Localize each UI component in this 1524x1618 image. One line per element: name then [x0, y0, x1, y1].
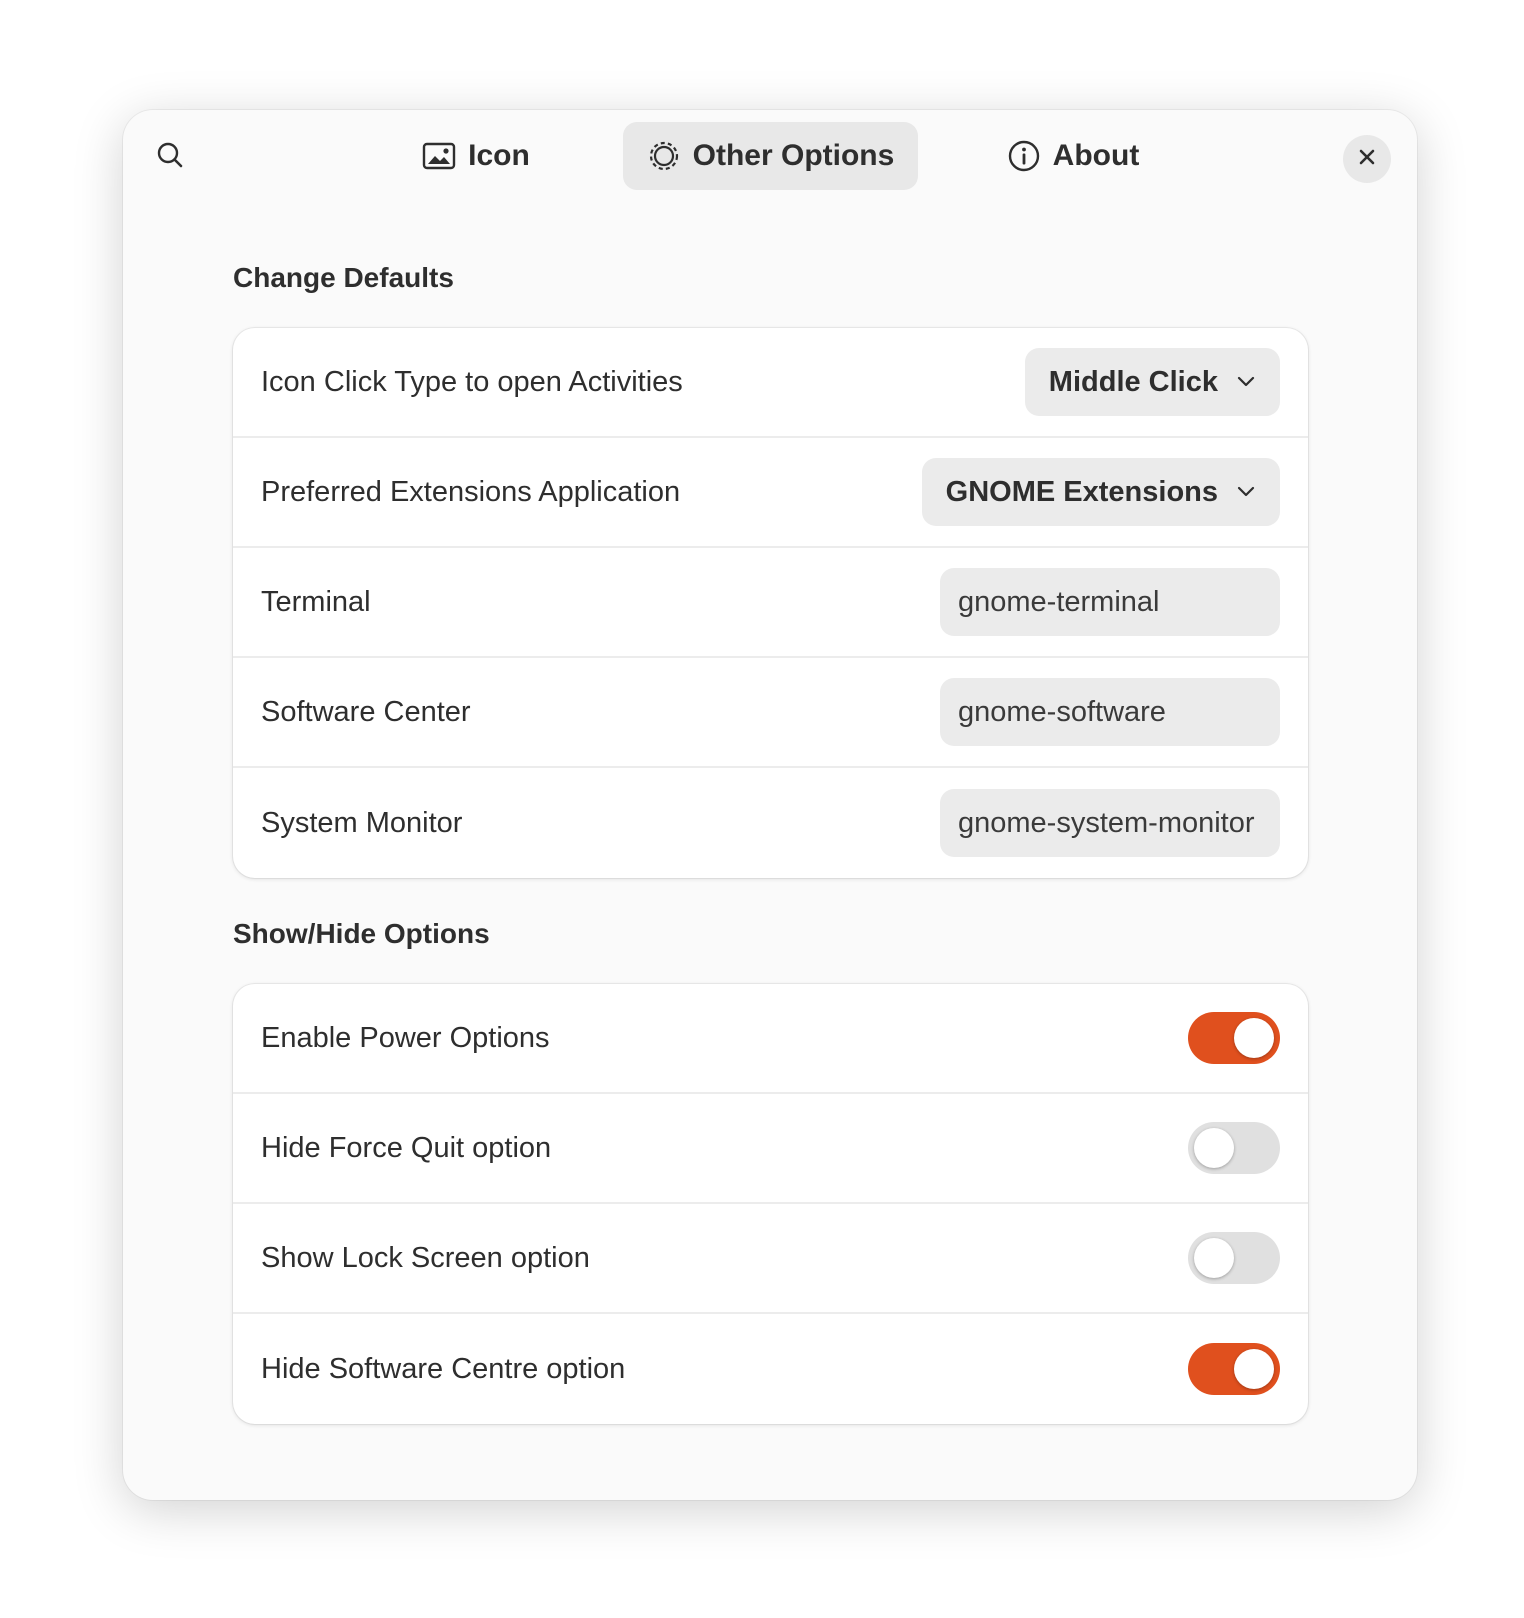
dropdown-value: GNOME Extensions — [945, 475, 1218, 508]
row-label: Hide Force Quit option — [261, 1131, 552, 1164]
row-label: Hide Software Centre option — [261, 1352, 626, 1385]
preferences-window: Icon Other Options About Change Defaults… — [123, 110, 1417, 1500]
view-switcher: Icon Other Options About — [123, 122, 1417, 192]
tab-label: Other Options — [692, 139, 895, 172]
row-label: System Monitor — [261, 806, 463, 839]
close-button[interactable] — [1343, 135, 1391, 183]
tab-label: About — [1052, 139, 1140, 172]
switch-knob — [1234, 1349, 1274, 1389]
switch-knob — [1234, 1018, 1274, 1058]
change-defaults-card: Icon Click Type to open Activities Middl… — [233, 328, 1308, 878]
header-bar: Icon Other Options About — [123, 110, 1417, 210]
dropdown-value: Middle Click — [1048, 365, 1218, 398]
tab-label: Icon — [468, 139, 530, 172]
switch-knob — [1194, 1238, 1234, 1278]
extensions-app-dropdown[interactable]: GNOME Extensions — [921, 458, 1280, 526]
lock-screen-switch[interactable] — [1188, 1232, 1280, 1284]
row-label: Enable Power Options — [261, 1021, 550, 1054]
list-row-software-centre: Hide Software Centre option — [233, 1314, 1308, 1424]
info-icon — [1007, 139, 1041, 173]
row-label: Terminal — [261, 585, 371, 618]
chevron-down-icon — [1236, 486, 1256, 498]
row-label: Software Center — [261, 695, 471, 728]
list-row-lock-screen: Show Lock Screen option — [233, 1204, 1308, 1314]
gear-icon — [647, 139, 681, 173]
image-icon — [422, 141, 456, 171]
software-center-entry[interactable]: gnome-software — [940, 678, 1280, 746]
software-centre-switch[interactable] — [1188, 1343, 1280, 1395]
tab-about[interactable]: About — [993, 122, 1153, 190]
close-icon — [1356, 146, 1378, 173]
tab-other-options[interactable]: Other Options — [623, 122, 918, 190]
system-monitor-entry[interactable]: gnome-system-monitor — [940, 789, 1280, 857]
list-row-software-center: Software Center gnome-software — [233, 658, 1308, 768]
chevron-down-icon — [1236, 376, 1256, 388]
list-row-preferred-extensions: Preferred Extensions Application GNOME E… — [233, 438, 1308, 548]
show-hide-card: Enable Power Options Hide Force Quit opt… — [233, 984, 1308, 1424]
switch-knob — [1194, 1128, 1234, 1168]
row-label: Icon Click Type to open Activities — [261, 365, 683, 398]
section-title-change-defaults: Change Defaults — [233, 262, 454, 293]
list-row-icon-click-type: Icon Click Type to open Activities Middl… — [233, 328, 1308, 438]
list-row-terminal: Terminal gnome-terminal — [233, 548, 1308, 658]
list-row-system-monitor: System Monitor gnome-system-monitor — [233, 768, 1308, 878]
tab-icon[interactable]: Icon — [406, 122, 546, 190]
power-options-switch[interactable] — [1188, 1012, 1280, 1064]
list-row-force-quit: Hide Force Quit option — [233, 1094, 1308, 1204]
force-quit-switch[interactable] — [1188, 1122, 1280, 1174]
list-row-power-options: Enable Power Options — [233, 984, 1308, 1094]
row-label: Show Lock Screen option — [261, 1241, 590, 1274]
terminal-entry[interactable]: gnome-terminal — [940, 568, 1280, 636]
row-label: Preferred Extensions Application — [261, 475, 681, 508]
icon-click-type-dropdown[interactable]: Middle Click — [1024, 348, 1280, 416]
section-title-show-hide: Show/Hide Options — [233, 918, 490, 949]
